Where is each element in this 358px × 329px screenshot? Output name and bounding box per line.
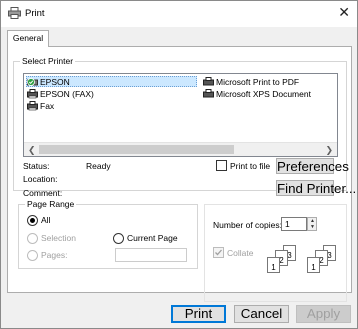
pages-label[interactable]: Pages: (41, 250, 67, 260)
print-to-file-checkbox[interactable] (216, 160, 227, 171)
printer-icon (8, 7, 21, 21)
printer-name: Microsoft Print to PDF (216, 76, 300, 87)
printer-name: EPSON (FAX) (40, 88, 94, 99)
status-value: Ready (86, 161, 111, 171)
select-printer-label: Select Printer (20, 56, 76, 66)
current-page-label[interactable]: Current Page (127, 233, 178, 243)
scroll-left-icon[interactable]: ❮ (28, 145, 36, 156)
pages-radio[interactable] (27, 250, 38, 261)
collate-page: 1 (267, 257, 280, 273)
printer-icon (203, 88, 214, 99)
scroll-right-icon[interactable]: ❯ (325, 145, 333, 156)
status-label: Status: (23, 161, 50, 171)
fax-printer-icon (27, 88, 38, 99)
page-range-group: Page Range All Selection Current Page Pa… (18, 199, 198, 269)
find-printer-button[interactable]: Find Printer... (276, 180, 356, 196)
current-page-radio[interactable] (113, 233, 124, 244)
printer-list[interactable]: EPSON EPSON (FAX) Fax Microsoft Print to… (23, 73, 338, 157)
copies-group: Number of copies: 1 ▲ ▼ Collate 3 2 1 3 … (204, 204, 347, 302)
preferences-button[interactable]: Preferences (276, 158, 349, 174)
window-title: Print (25, 8, 45, 19)
selection-label[interactable]: Selection (41, 233, 76, 243)
pages-input[interactable] (115, 248, 187, 262)
select-printer-group: Select Printer EPSON EPSON (FAX) Fax Mic… (13, 56, 356, 198)
number-of-copies-label: Number of copies: (213, 220, 282, 230)
fax-printer-icon (27, 100, 38, 111)
spin-down-icon[interactable]: ▼ (310, 224, 315, 230)
printer-item-fax[interactable]: Fax (27, 100, 54, 111)
tab-general[interactable]: General (7, 30, 49, 47)
general-tab-panel: Select Printer EPSON EPSON (FAX) Fax Mic… (7, 46, 356, 302)
print-to-file-label[interactable]: Print to file (230, 161, 270, 171)
comment-label: Comment: (23, 188, 63, 198)
print-dialog: Print ✕ General Select Printer EPSON EPS… (0, 0, 358, 329)
print-button[interactable]: Print (171, 305, 226, 323)
page-range-label: Page Range (25, 199, 77, 209)
horizontal-scrollbar[interactable]: ❮ ❯ (24, 142, 337, 156)
printer-name: EPSON (40, 76, 70, 87)
all-radio[interactable] (27, 215, 38, 226)
close-icon[interactable]: ✕ (338, 4, 350, 21)
printer-name: Microsoft XPS Document (216, 88, 311, 99)
collate-page: 1 (307, 257, 320, 273)
collate-checkbox[interactable] (213, 247, 224, 258)
title-bar: Print ✕ (1, 1, 357, 27)
printer-item-epson[interactable]: EPSON (26, 76, 197, 87)
printer-item-microsoft-pdf[interactable]: Microsoft Print to PDF (203, 76, 299, 87)
printer-icon (203, 76, 214, 87)
apply-button[interactable]: Apply (296, 305, 351, 323)
collate-label[interactable]: Collate (227, 248, 253, 258)
scrollbar-thumb[interactable] (39, 145, 234, 154)
location-label: Location: (23, 174, 58, 184)
printer-name: Fax (40, 100, 55, 111)
selection-radio[interactable] (27, 233, 38, 244)
all-label[interactable]: All (41, 215, 50, 225)
cancel-button[interactable]: Cancel (234, 305, 289, 323)
printer-default-icon (27, 77, 38, 87)
copies-spinner[interactable]: ▲ ▼ (307, 217, 317, 231)
copies-input[interactable]: 1 (281, 217, 307, 231)
printer-item-epson-fax[interactable]: EPSON (FAX) (27, 88, 94, 99)
printer-item-microsoft-xps[interactable]: Microsoft XPS Document (203, 88, 311, 99)
